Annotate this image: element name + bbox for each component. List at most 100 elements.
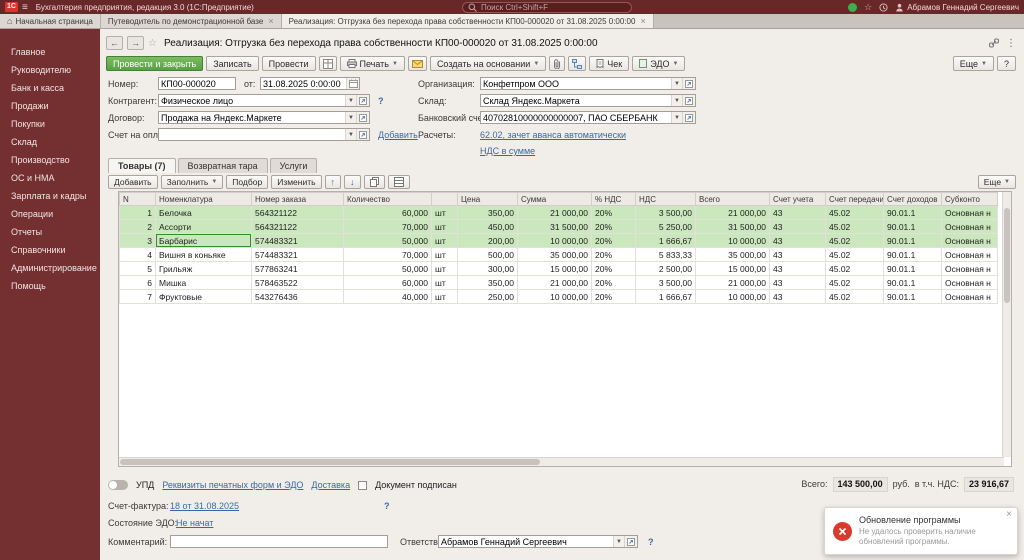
comment-input[interactable] [170, 535, 388, 548]
table-cell[interactable]: 43 [769, 261, 826, 276]
table-cell[interactable]: 20% [591, 247, 636, 262]
table-cell[interactable]: шт [431, 275, 458, 290]
column-header[interactable]: Цена [457, 192, 518, 206]
table-cell[interactable]: 5 250,00 [635, 219, 696, 234]
table-cell[interactable]: 2 [119, 219, 156, 234]
table-row[interactable]: 2 Ассорти 564321122 70,000 шт 450,00 31 500,00… [119, 219, 998, 234]
sidebar-item[interactable]: ОС и НМА [0, 169, 100, 187]
table-cell[interactable]: 350,00 [457, 275, 518, 290]
table-cell[interactable]: 20% [591, 233, 636, 248]
sidebar-item[interactable]: Производство [0, 151, 100, 169]
more-menu-icon[interactable]: ⋮ [1006, 38, 1016, 49]
get-link-icon[interactable] [989, 38, 999, 48]
open-link-icon[interactable] [682, 95, 695, 106]
chevron-down-icon[interactable]: ▼ [671, 95, 682, 106]
send-email-button[interactable] [407, 56, 427, 71]
table-cell[interactable]: шт [431, 233, 458, 248]
table-cell[interactable]: 3 [119, 233, 156, 248]
horizontal-scrollbar[interactable] [119, 457, 1004, 466]
global-search[interactable]: Поиск Ctrl+Shift+F [461, 1, 632, 13]
table-cell[interactable]: 45.02 [825, 289, 884, 304]
tab-services[interactable]: Услуги [269, 158, 318, 173]
open-link-icon[interactable] [682, 112, 695, 123]
date-input[interactable] [261, 78, 346, 89]
vertical-scrollbar[interactable] [1002, 192, 1011, 457]
table-cell[interactable]: Барбарис [155, 233, 252, 248]
table-cell[interactable]: Белочка [155, 205, 252, 220]
table-cell[interactable]: 10 000,00 [695, 289, 770, 304]
table-cell[interactable]: Основная н [941, 289, 998, 304]
sidebar-item[interactable]: Справочники [0, 241, 100, 259]
table-cell[interactable]: 31 500,00 [695, 219, 770, 234]
table-cell[interactable]: 20% [591, 289, 636, 304]
table-cell[interactable]: 574483321 [251, 247, 344, 262]
post-and-close-button[interactable]: Провести и закрыть [106, 56, 204, 71]
chevron-down-icon[interactable]: ▼ [345, 112, 356, 123]
table-cell[interactable]: 3 500,00 [635, 275, 696, 290]
open-link-icon[interactable] [624, 536, 637, 547]
favorite-star-icon[interactable]: ☆ [148, 38, 157, 49]
invoice-issued-link[interactable]: 18 от 31.08.2025 [170, 501, 239, 511]
table-cell[interactable]: 300,00 [457, 261, 518, 276]
edit-button[interactable]: Изменить [271, 175, 322, 189]
receipt-button[interactable]: Чек [589, 56, 630, 71]
table-cell[interactable]: 3 500,00 [635, 205, 696, 220]
sidebar-item[interactable]: Склад [0, 133, 100, 151]
table-cell[interactable]: 500,00 [457, 247, 518, 262]
column-header[interactable]: Субконто [941, 192, 998, 206]
print-button[interactable]: Печать ▼ [339, 56, 405, 71]
table-cell[interactable]: 7 [119, 289, 156, 304]
table-cell[interactable]: 1 666,67 [635, 289, 696, 304]
table-cell[interactable]: Основная н [941, 275, 998, 290]
table-cell[interactable]: 564321122 [251, 219, 344, 234]
table-cell[interactable]: 90.01.1 [883, 275, 942, 290]
table-row[interactable]: 3 Барбарис 574483321 50,000 шт 200,00 10 000,0… [119, 233, 998, 248]
table-cell[interactable]: 20% [591, 205, 636, 220]
open-link-icon[interactable] [356, 95, 369, 106]
scrollbar-thumb[interactable] [1004, 208, 1010, 303]
sidebar-item[interactable]: Администрирование [0, 259, 100, 277]
sidebar-item[interactable]: Помощь [0, 277, 100, 295]
table-cell[interactable]: 4 [119, 247, 156, 262]
table-cell[interactable]: Фруктовые [155, 289, 252, 304]
table-cell[interactable]: 577863241 [251, 261, 344, 276]
copy-row-button[interactable] [363, 175, 385, 189]
table-cell[interactable]: 90.01.1 [883, 205, 942, 220]
column-header[interactable] [431, 192, 458, 206]
edo-button[interactable]: ЭДО ▼ [632, 56, 686, 71]
tab-document[interactable]: Реализация: Отгрузка без перехода права … [281, 14, 654, 28]
column-header[interactable]: Номер заказа [251, 192, 344, 206]
column-header[interactable]: НДС [635, 192, 696, 206]
sidebar-item[interactable]: Отчеты [0, 223, 100, 241]
open-link-icon[interactable] [682, 78, 695, 89]
close-icon[interactable]: × [640, 16, 645, 26]
table-cell[interactable]: шт [431, 247, 458, 262]
table-cell[interactable]: 250,00 [457, 289, 518, 304]
main-menu-icon[interactable]: ≡ [22, 2, 28, 13]
table-cell[interactable]: Основная н [941, 219, 998, 234]
sidebar-item[interactable]: Руководителю [0, 61, 100, 79]
post-button[interactable]: Провести [261, 56, 316, 71]
table-cell[interactable]: 45.02 [825, 233, 884, 248]
pick-button[interactable]: Подбор [226, 175, 269, 189]
table-cell[interactable]: 5 833,33 [635, 247, 696, 262]
favorites-icon[interactable]: ☆ [864, 2, 872, 13]
table-cell[interactable]: 6 [119, 275, 156, 290]
table-cell[interactable]: 43 [769, 275, 826, 290]
table-cell[interactable]: 45.02 [825, 219, 884, 234]
settlements-link[interactable]: 62.02, зачет аванса автоматически [480, 130, 626, 140]
table-cell[interactable]: 90.01.1 [883, 233, 942, 248]
counterparty-help[interactable]: ? [378, 96, 384, 106]
open-link-icon[interactable] [356, 129, 369, 140]
table-cell[interactable]: шт [431, 261, 458, 276]
table-cell[interactable]: 350,00 [457, 205, 518, 220]
sidebar-item[interactable]: Зарплата и кадры [0, 187, 100, 205]
table-cell[interactable]: Основная н [941, 233, 998, 248]
table-cell[interactable]: 10 000,00 [517, 289, 592, 304]
table-cell[interactable]: 10 000,00 [517, 233, 592, 248]
table-cell[interactable]: 21 000,00 [517, 275, 592, 290]
table-cell[interactable]: 90.01.1 [883, 261, 942, 276]
table-cell[interactable]: 43 [769, 205, 826, 220]
table-cell[interactable]: 564321122 [251, 205, 344, 220]
table-cell[interactable]: Основная н [941, 261, 998, 276]
